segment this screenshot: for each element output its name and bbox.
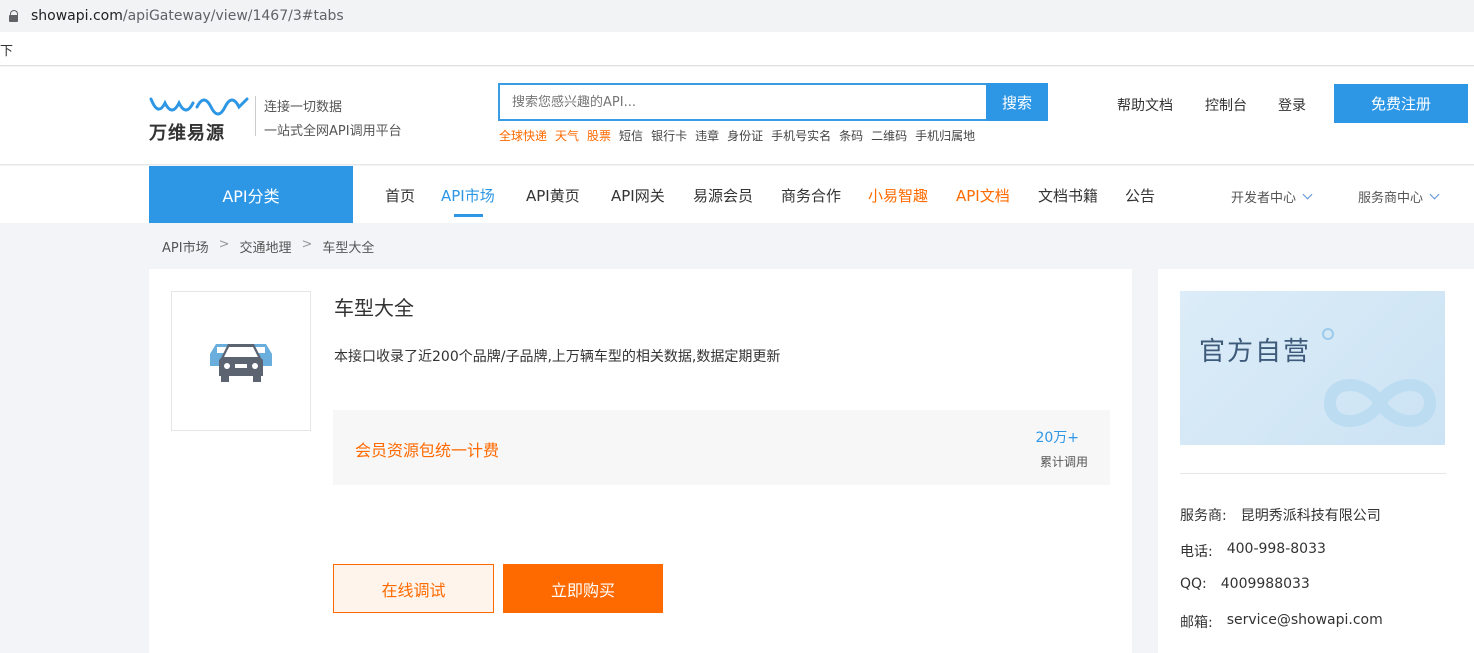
nav-item-books[interactable]: 文档书籍	[1038, 185, 1098, 206]
provider-email-label: 邮箱:	[1180, 615, 1213, 631]
provider-qq-label: QQ:	[1180, 576, 1207, 592]
chevron-down-icon	[1429, 189, 1440, 200]
api-detail-panel: 车型大全 本接口收录了近200个品牌/子品牌,上万辆车型的相关数据,数据定期更新…	[149, 269, 1132, 653]
help-docs-link[interactable]: 帮助文档	[1117, 95, 1173, 115]
lock-icon[interactable]	[9, 10, 19, 22]
breadcrumb-item[interactable]: 交通地理	[239, 237, 291, 256]
chevron-down-icon	[1302, 189, 1313, 200]
buy-now-button[interactable]: 立即购买	[503, 564, 663, 613]
hot-word[interactable]: 身份证	[727, 127, 763, 144]
pricing-text: 会员资源包统一计费	[355, 441, 500, 460]
site-logo[interactable]: 万维易源	[149, 95, 249, 144]
official-banner: 官方自营	[1180, 291, 1445, 445]
search-button[interactable]: 搜索	[986, 83, 1048, 121]
provider-name-label: 服务商:	[1180, 508, 1227, 524]
hot-word[interactable]: 手机号实名	[771, 127, 831, 144]
provider-phone-value: 400-998-8033	[1226, 541, 1326, 557]
main-nav: API分类 首页 API市场 API黄页 API网关 易源会员 商务合作 小易智…	[0, 166, 1474, 223]
hot-word[interactable]: 二维码	[871, 127, 907, 144]
calls-count: 20万+	[1035, 430, 1079, 446]
slogan-line1: 连接一切数据	[264, 100, 343, 115]
breadcrumb-separator: >	[218, 237, 230, 252]
api-thumbnail	[171, 291, 311, 431]
nav-item-home[interactable]: 首页	[385, 185, 415, 206]
provider-email-value[interactable]: service@showapi.com	[1227, 612, 1383, 632]
console-link[interactable]: 控制台	[1205, 95, 1247, 115]
api-title: 车型大全	[334, 296, 414, 320]
provider-email-row: 邮箱: service@showapi.com	[1180, 612, 1383, 632]
hot-word[interactable]: 手机归属地	[915, 127, 975, 144]
hot-word[interactable]: 条码	[839, 127, 863, 144]
online-debug-button[interactable]: 在线调试	[333, 564, 494, 613]
hot-word[interactable]: 全球快递	[499, 127, 547, 144]
nav-item-api-yellow-pages[interactable]: API黄页	[526, 185, 580, 206]
logo-wave-icon	[149, 97, 249, 116]
breadcrumb-current: 车型大全	[322, 241, 375, 256]
provider-qq-row: QQ: 4009988033	[1180, 576, 1310, 592]
dev-center-label: 开发者中心	[1231, 191, 1297, 206]
logo-text: 万维易源	[149, 123, 225, 144]
hot-word[interactable]: 股票	[587, 127, 611, 144]
url-path: /apiGateway/view/1467/3#tabs	[122, 8, 344, 24]
search-input[interactable]	[500, 85, 986, 119]
url-text[interactable]: showapi.com/apiGateway/view/1467/3#tabs	[31, 8, 344, 24]
api-category-button[interactable]: API分类	[149, 166, 353, 223]
nav-item-xiaoyi[interactable]: 小易智趣	[868, 185, 928, 206]
url-host: showapi.com	[31, 8, 123, 24]
provider-name-value: 昆明秀派科技有限公司	[1240, 508, 1381, 524]
side-divider	[1180, 473, 1446, 474]
bookmark-fragment[interactable]: 下	[0, 40, 13, 59]
nav-item-api-market[interactable]: API市场	[441, 185, 495, 206]
login-link[interactable]: 登录	[1278, 95, 1306, 115]
provider-phone-label: 电话:	[1180, 544, 1213, 560]
provider-qq-value: 4009988033	[1220, 576, 1310, 592]
nav-item-api-docs[interactable]: API文档	[956, 185, 1010, 206]
nav-active-indicator	[454, 214, 483, 217]
provider-center-dropdown[interactable]: 服务商中心	[1358, 187, 1440, 206]
hot-word[interactable]: 天气	[555, 127, 579, 144]
register-button[interactable]: 免费注册	[1334, 84, 1468, 123]
calls-label: 累计调用	[1039, 455, 1088, 469]
bookmark-bar: 下	[0, 32, 1474, 66]
url-field[interactable]: showapi.com/apiGateway/view/1467/3#tabs	[0, 3, 1474, 29]
pricing-box: 会员资源包统一计费 20万+ 累计调用	[333, 410, 1110, 485]
api-description: 本接口收录了近200个品牌/子品牌,上万辆车型的相关数据,数据定期更新	[334, 349, 781, 365]
car-icon	[210, 344, 272, 382]
nav-item-api-gateway[interactable]: API网关	[611, 185, 665, 206]
dev-center-dropdown[interactable]: 开发者中心	[1231, 187, 1313, 206]
provider-panel: 官方自营 服务商: 昆明秀派科技有限公司 电话: 400-998-8033 QQ…	[1158, 269, 1474, 653]
hot-word[interactable]: 银行卡	[651, 127, 687, 144]
infinity-decoration-icon	[1322, 328, 1437, 427]
hot-word[interactable]: 短信	[619, 127, 643, 144]
browser-address-bar: showapi.com/apiGateway/view/1467/3#tabs	[0, 0, 1474, 32]
breadcrumb-separator: >	[301, 237, 313, 252]
hot-word[interactable]: 违章	[695, 127, 719, 144]
search-box	[498, 83, 988, 121]
hot-search-words: 全球快递 天气 股票 短信 银行卡 违章 身份证 手机号实名 条码 二维码 手机…	[499, 127, 975, 144]
site-header: 万维易源 连接一切数据 一站式全网API调用平台 搜索 全球快递 天气 股票 短…	[0, 67, 1474, 165]
breadcrumb-item[interactable]: API市场	[162, 237, 209, 256]
nav-item-business[interactable]: 商务合作	[781, 185, 841, 206]
nav-item-membership[interactable]: 易源会员	[693, 185, 753, 206]
breadcrumb: API市场 > 交通地理 > 车型大全	[162, 237, 374, 256]
provider-name-row: 服务商: 昆明秀派科技有限公司	[1180, 505, 1381, 525]
logo-divider	[255, 96, 256, 136]
slogan-line2: 一站式全网API调用平台	[264, 124, 402, 139]
provider-center-label: 服务商中心	[1358, 191, 1424, 206]
provider-phone-row: 电话: 400-998-8033	[1180, 541, 1326, 561]
nav-item-notice[interactable]: 公告	[1125, 185, 1155, 206]
